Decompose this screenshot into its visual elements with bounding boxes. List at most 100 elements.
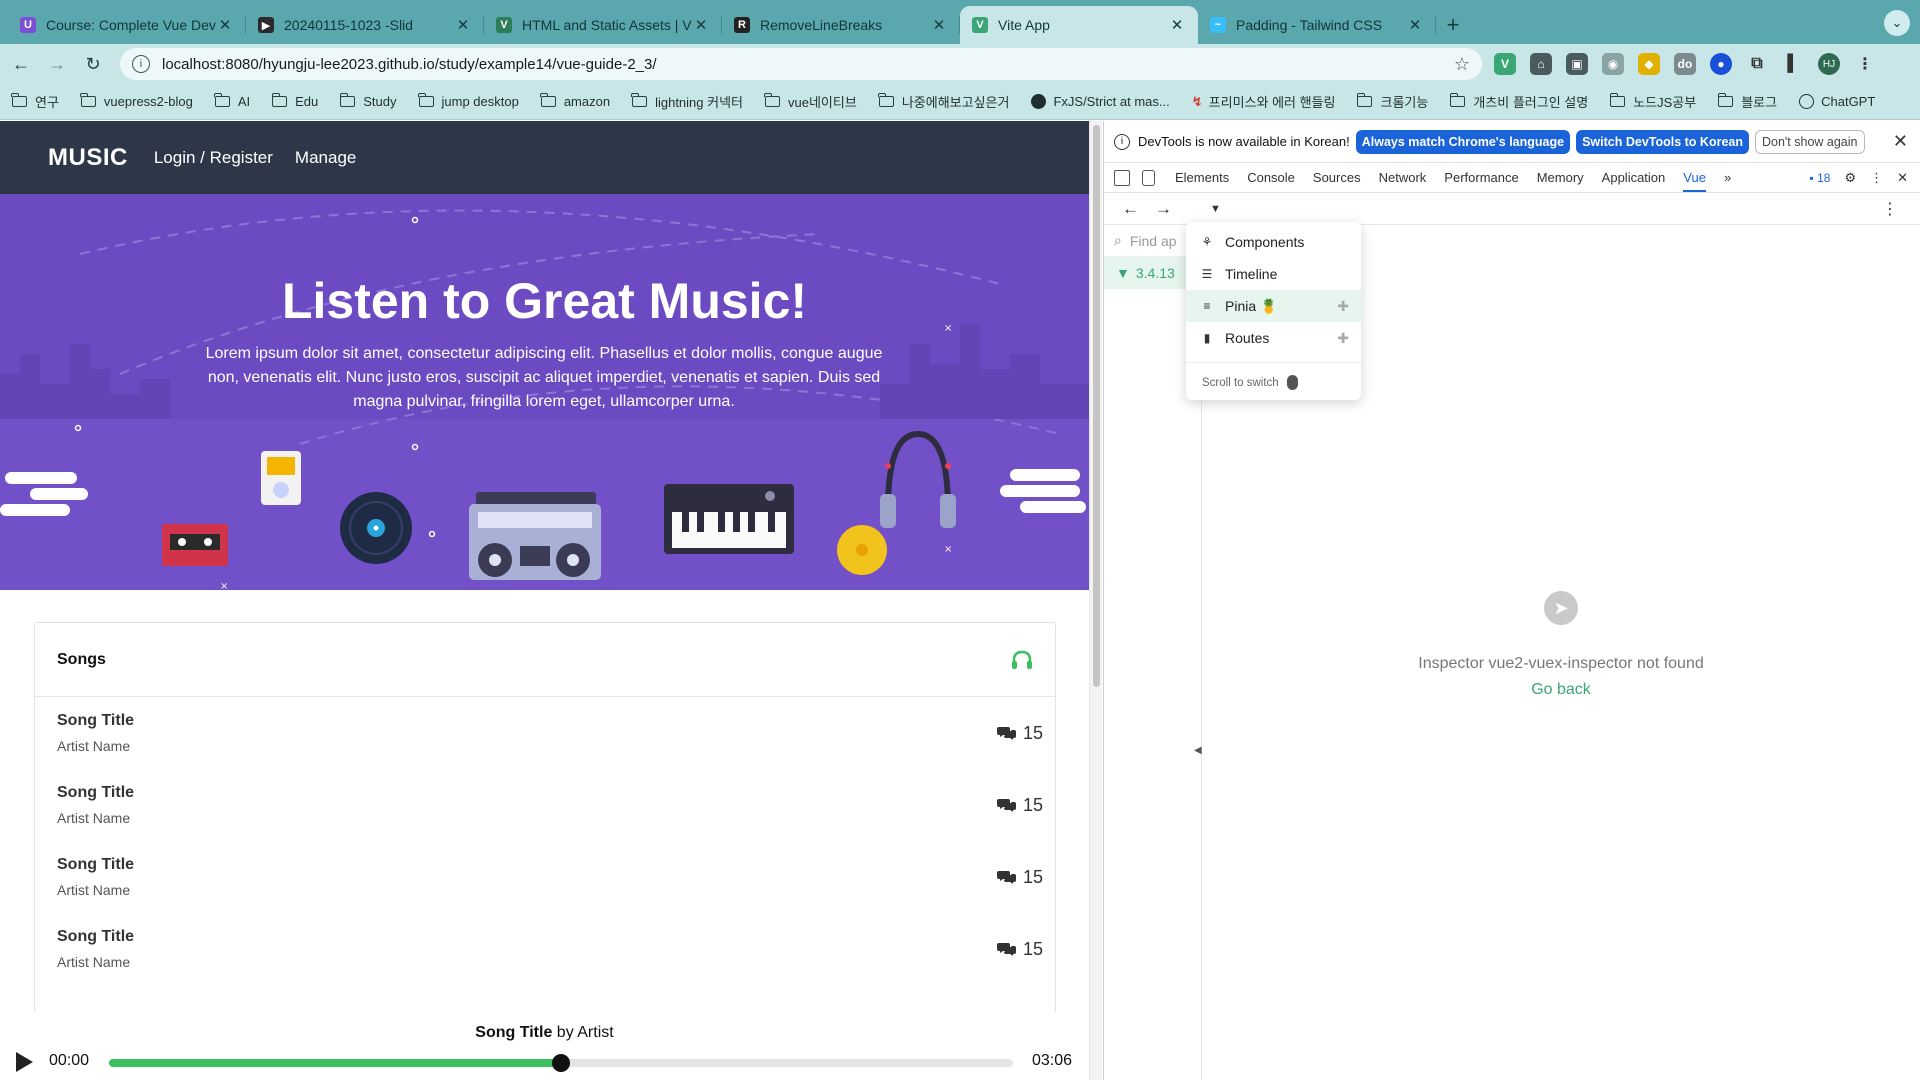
gear-icon[interactable]: ⚙ (1844, 170, 1856, 186)
close-icon[interactable]: ✕ (1168, 16, 1186, 34)
kebab-menu-icon[interactable]: ⋮ (1882, 199, 1898, 219)
tab-title: 20240115-1023 -Slid (284, 17, 413, 33)
site-info-icon[interactable]: i (132, 55, 150, 73)
bookmark-item[interactable]: ↯ 프리미스와 에러 핸들링 (1192, 92, 1336, 111)
plus-icon[interactable]: + (1436, 6, 1470, 44)
collapse-pane-icon[interactable]: ◀ (1194, 745, 1202, 756)
site-logo[interactable]: MUSIC (48, 144, 128, 172)
bookmark-item[interactable]: 연구 (11, 92, 59, 111)
close-icon[interactable]: ✕ (216, 16, 234, 34)
inspect-element-icon[interactable] (1114, 169, 1130, 186)
browser-tab[interactable]: ▶ 20240115-1023 -Slid ✕ (246, 6, 484, 44)
bookmark-item[interactable]: 크롬기능 (1356, 92, 1428, 111)
bookmark-item[interactable]: 노드JS공부 (1609, 92, 1696, 111)
devtools-tab-vue[interactable]: Vue (1683, 170, 1706, 192)
devtools-tab-elements[interactable]: Elements (1175, 170, 1229, 185)
progress-handle[interactable] (552, 1054, 570, 1072)
extension-icon[interactable]: ◆ (1638, 53, 1660, 75)
puzzle-extensions-icon[interactable]: ⧉ (1746, 53, 1768, 75)
browser-tab[interactable]: V HTML and Static Assets | Vue ✕ (484, 6, 722, 44)
bookmark-item[interactable]: vue네이티브 (764, 92, 857, 111)
song-title[interactable]: Song Title (57, 712, 134, 730)
reload-icon[interactable]: ↻ (78, 49, 108, 79)
song-row[interactable]: Song Title Artist Name 15 (35, 841, 1055, 913)
song-title[interactable]: Song Title (57, 856, 134, 874)
nav-manage[interactable]: Manage (295, 148, 356, 168)
close-icon[interactable]: ✕ (1406, 16, 1424, 34)
device-toolbar-icon[interactable] (1142, 169, 1155, 186)
devtools-tab-sources[interactable]: Sources (1313, 170, 1361, 185)
bookmark-item[interactable]: lightning 커넥터 (631, 92, 743, 111)
close-icon[interactable]: ✕ (1893, 131, 1908, 152)
scrollbar-thumb[interactable] (1093, 125, 1100, 687)
song-row[interactable]: Song Title Artist Name 15 (35, 913, 1055, 985)
browser-tab[interactable]: U Course: Complete Vue Develo ✕ (8, 6, 246, 44)
back-arrow-icon[interactable]: ← (1122, 199, 1139, 219)
bookmark-item[interactable]: 블로그 (1717, 92, 1777, 111)
devtools-tab-performance[interactable]: Performance (1444, 170, 1518, 185)
bookmark-item[interactable]: 개츠비 플러그인 설명 (1449, 92, 1589, 111)
dont-show-again-button[interactable]: Don't show again (1754, 129, 1865, 154)
bookmark-star-icon[interactable]: ☆ (1454, 54, 1470, 75)
kebab-menu-icon[interactable]: ⋮ (1854, 53, 1876, 75)
bookmark-item[interactable]: vuepress2-blog (80, 93, 193, 109)
browser-tab[interactable]: ~ Padding - Tailwind CSS ✕ (1198, 6, 1436, 44)
more-tabs-icon[interactable]: » (1724, 170, 1731, 185)
song-title[interactable]: Song Title (57, 784, 134, 802)
extension-icon[interactable]: do (1674, 53, 1696, 75)
nav-login-register[interactable]: Login / Register (154, 148, 273, 168)
camera-extension-icon[interactable]: ◉ (1602, 53, 1624, 75)
bookmark-item[interactable]: Study (339, 93, 397, 109)
forward-arrow-icon[interactable]: → (42, 49, 72, 79)
song-row[interactable]: Song Title Artist Name 15 (35, 697, 1055, 769)
close-icon[interactable]: ✕ (692, 16, 710, 34)
bookmark-label: 개츠비 플러그인 설명 (1473, 95, 1589, 110)
menu-item-timeline[interactable]: ☰ Timeline (1186, 258, 1361, 290)
bookmark-item[interactable]: Edu (271, 93, 318, 109)
extension-icon[interactable]: ● (1710, 53, 1732, 75)
chevron-down-icon[interactable]: ▼ (1210, 203, 1221, 215)
bookmark-item[interactable]: jump desktop (417, 93, 519, 109)
cloud-left-icon (0, 472, 88, 516)
url-text[interactable]: localhost:8080/hyungju-lee2023.github.io… (162, 56, 1454, 73)
devtools-tab-console[interactable]: Console (1247, 170, 1295, 185)
close-icon[interactable]: ✕ (930, 16, 948, 34)
extension-icon[interactable]: ▣ (1566, 53, 1588, 75)
folder-icon (417, 93, 434, 107)
play-icon[interactable] (16, 1052, 33, 1072)
page-scrollbar[interactable] (1089, 121, 1102, 1080)
menu-item-components[interactable]: ⚘ Components (1186, 226, 1361, 258)
bookmark-item[interactable]: AI (214, 93, 250, 109)
progress-bar[interactable] (109, 1054, 1013, 1072)
switch-korean-button[interactable]: Switch DevTools to Korean (1576, 129, 1749, 154)
match-language-button[interactable]: Always match Chrome's language (1355, 129, 1571, 154)
vue-devtools-extension-icon[interactable]: V (1494, 53, 1516, 75)
close-icon[interactable]: ✕ (454, 16, 472, 34)
go-back-link[interactable]: Go back (1202, 681, 1920, 699)
kebab-menu-icon[interactable]: ⋮ (1870, 170, 1883, 186)
devtools-tab-network[interactable]: Network (1379, 170, 1427, 185)
devtools-tab-memory[interactable]: Memory (1537, 170, 1584, 185)
menu-item-pinia[interactable]: ≡ Pinia 🍍 ✚ (1186, 290, 1361, 322)
tab-favicon-icon: V (496, 17, 512, 33)
back-arrow-icon[interactable]: ← (6, 49, 36, 79)
forward-arrow-icon[interactable]: → (1155, 199, 1172, 219)
comment-count-value: 15 (1022, 938, 1043, 959)
browser-tab[interactable]: V Vite App ✕ (960, 6, 1198, 44)
song-title[interactable]: Song Title (57, 928, 134, 946)
song-row[interactable]: Song Title Artist Name 15 (35, 769, 1055, 841)
bookmark-item[interactable]: FxJS/Strict at mas... (1031, 94, 1170, 109)
extension-icon[interactable]: ⌂ (1530, 53, 1552, 75)
issues-badge[interactable]: ▪ 18 (1809, 171, 1830, 185)
bookmark-item[interactable]: 나중에해보고싶은거 (878, 92, 1009, 111)
menu-item-routes[interactable]: ▮ Routes ✚ (1186, 322, 1361, 354)
bookmark-item[interactable]: ChatGPT (1799, 94, 1875, 109)
side-panel-icon[interactable]: ▌ (1782, 53, 1804, 75)
devtools-tab-application[interactable]: Application (1602, 170, 1666, 185)
avatar[interactable]: HJ (1818, 53, 1840, 75)
close-icon[interactable]: ✕ (1897, 170, 1908, 186)
browser-tab[interactable]: R RemoveLineBreaks ✕ (722, 6, 960, 44)
tab-search-chevron-icon[interactable]: ⌄ (1884, 10, 1910, 36)
address-bar[interactable]: i localhost:8080/hyungju-lee2023.github.… (120, 48, 1482, 80)
bookmark-item[interactable]: amazon (540, 93, 610, 109)
